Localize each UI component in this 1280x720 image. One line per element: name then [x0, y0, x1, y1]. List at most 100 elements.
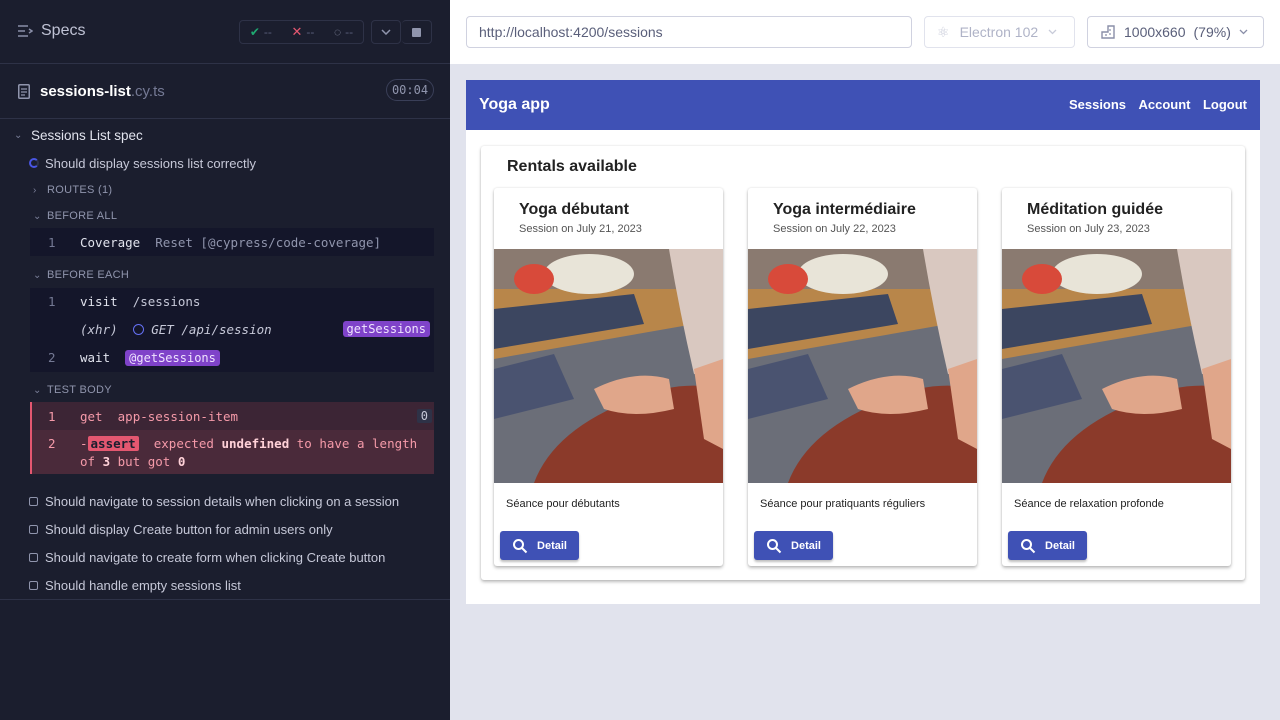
test-row[interactable]: Should navigate to create form when clic… [0, 547, 450, 567]
test-stats: ✔ -- ✕ -- ◌ -- [239, 20, 364, 44]
x-icon: ✕ [291, 24, 303, 39]
test-body-label: TEST BODY [47, 384, 112, 396]
routes-label: ROUTES (1) [47, 184, 113, 196]
spec-file-name: sessions-list.cy.ts [40, 83, 165, 100]
test-body-toggle[interactable]: ⌄ TEST BODY [0, 380, 450, 400]
suite-row[interactable]: ⌄ Sessions List spec [0, 125, 450, 145]
before-each-toggle[interactable]: ⌄ BEFORE EACH [0, 265, 450, 285]
nav-account[interactable]: Account [1139, 97, 1191, 112]
stop-button[interactable] [402, 20, 432, 44]
failed-count: ✕ -- [291, 24, 315, 39]
spinner-icon: ◌ [334, 25, 342, 39]
chevron-down-icon: ⌄ [33, 269, 42, 281]
app-title: Yoga app [479, 96, 550, 113]
yoga-photo [748, 249, 977, 483]
expand-toggle-button[interactable] [371, 20, 401, 44]
before-all-toggle[interactable]: ⌄ BEFORE ALL [0, 206, 450, 226]
reporter-header: Specs ✔ -- ✕ -- ◌ -- [0, 0, 450, 64]
test-body-get-command[interactable]: 1 get app-session-item 0 [30, 402, 434, 430]
document-icon [18, 84, 30, 99]
passed-count: ✔ -- [249, 25, 272, 39]
chevron-down-icon: ⌄ [14, 129, 23, 141]
aut-header: http://localhost:4200/sessions ⚛ Electro… [450, 0, 1280, 64]
suite-title: Sessions List spec [31, 127, 143, 143]
test-row[interactable]: Should handle empty sessions list [0, 575, 450, 595]
pending-test-icon [29, 552, 38, 562]
test-row[interactable]: Should display Create button for admin u… [0, 519, 450, 539]
url-bar[interactable]: http://localhost:4200/sessions [466, 16, 912, 48]
running-test-title: Should display sessions list correctly [45, 155, 256, 171]
yoga-photo [494, 249, 723, 483]
command-row-xhr[interactable]: (xhr) GET /api/session getSessions [30, 316, 434, 342]
divider [0, 599, 450, 600]
test-title: Should handle empty sessions list [45, 577, 241, 593]
chevron-down-icon [381, 29, 391, 35]
app-under-test: Yoga app Sessions Account Logout Rentals… [466, 80, 1260, 604]
element-count-badge: 0 [416, 409, 432, 423]
sessions-list-card: Rentals available Yoga débutant Session … [481, 146, 1245, 580]
nav-sessions[interactable]: Sessions [1069, 97, 1126, 112]
before-each-label: BEFORE EACH [47, 269, 130, 281]
session-description: Séance pour débutants [506, 498, 620, 510]
electron-icon: ⚛ [937, 23, 950, 40]
assertion-message: - assert expected undefined to have a len… [80, 436, 418, 469]
detail-button[interactable]: Detail [754, 531, 833, 560]
failed-assertion-command[interactable]: 2 - assert expected undefined to have a l… [30, 430, 434, 474]
session-date: Session on July 22, 2023 [773, 223, 896, 235]
specs-toggle[interactable]: Specs [17, 22, 85, 40]
command-row-wait[interactable]: 2 wait @getSessions [30, 344, 434, 370]
test-row[interactable]: Should navigate to session details when … [0, 491, 450, 511]
check-icon: ✔ [249, 25, 260, 39]
alias-badge: getSessions [342, 321, 430, 337]
session-title: Méditation guidée [1027, 201, 1163, 218]
nav-logout[interactable]: Logout [1203, 97, 1247, 112]
chevron-down-icon: ⌄ [33, 384, 42, 396]
before-all-commands: 1 Coverage Reset [@cypress/code-coverage… [30, 228, 434, 256]
spec-duration: 00:04 [386, 79, 434, 101]
session-card: Yoga intermédiaire Session on July 22, 2… [748, 188, 977, 566]
cypress-reporter: Specs ✔ -- ✕ -- ◌ -- sessions-list.cy.ts 00… [0, 0, 450, 720]
viewport-selector[interactable]: 1000x660 (79%) [1087, 16, 1264, 48]
browser-selector[interactable]: ⚛ Electron 102 [924, 16, 1075, 48]
command-row-visit[interactable]: 1 visit /sessions [30, 288, 434, 314]
session-date: Session on July 23, 2023 [1027, 223, 1150, 235]
chevron-down-icon [1239, 29, 1248, 35]
session-card: Méditation guidée Session on July 23, 20… [1002, 188, 1231, 566]
search-icon [767, 538, 782, 553]
detail-button[interactable]: Detail [500, 531, 579, 560]
xhr-pending-icon [132, 323, 144, 335]
detail-button[interactable]: Detail [1008, 531, 1087, 560]
running-test-row[interactable]: Should display sessions list correctly [0, 153, 450, 173]
ruler-icon [1101, 25, 1115, 39]
pending-count: ◌ -- [334, 25, 354, 39]
test-title: Should display Create button for admin u… [45, 521, 333, 537]
search-icon [513, 538, 528, 553]
pending-test-icon [29, 580, 38, 590]
yoga-photo [1002, 249, 1231, 483]
pending-test-icon [29, 524, 38, 534]
session-title: Yoga débutant [519, 201, 629, 218]
test-title: Should navigate to session details when … [45, 493, 400, 509]
alias-badge: @getSessions [125, 349, 220, 366]
specs-list-icon [18, 25, 33, 37]
session-card: Yoga débutant Session on July 21, 2023 S… [494, 188, 723, 566]
specs-label: Specs [41, 22, 86, 39]
list-title: Rentals available [507, 158, 637, 175]
session-title: Yoga intermédiaire [773, 201, 916, 218]
command-row-coverage[interactable]: 1 Coverage Reset [@cypress/code-coverage… [30, 229, 434, 255]
routes-toggle[interactable]: › ROUTES (1) [0, 180, 450, 200]
running-spinner-icon [29, 158, 39, 168]
app-nav: Sessions Account Logout [1061, 96, 1247, 114]
before-all-label: BEFORE ALL [47, 210, 118, 222]
app-toolbar: Yoga app Sessions Account Logout [466, 80, 1260, 130]
search-icon [1021, 538, 1036, 553]
session-description: Séance de relaxation profonde [1014, 498, 1164, 510]
test-title: Should navigate to create form when clic… [45, 549, 386, 565]
chevron-down-icon [1048, 29, 1057, 35]
stop-icon [412, 27, 421, 37]
assert-badge: assert [87, 436, 139, 451]
session-date: Session on July 21, 2023 [519, 223, 642, 235]
before-each-commands: 1 visit /sessions (xhr) GET /api/session… [30, 288, 434, 372]
session-description: Séance pour pratiquants réguliers [760, 498, 926, 510]
spec-file-header: sessions-list.cy.ts 00:04 [0, 64, 450, 119]
